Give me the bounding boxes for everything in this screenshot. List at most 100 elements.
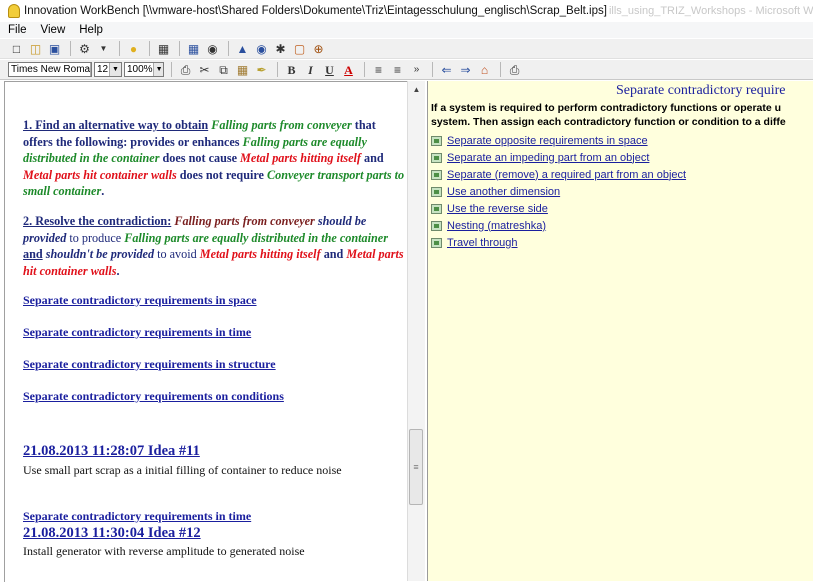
- new-icon[interactable]: □: [8, 40, 25, 57]
- paste-icon[interactable]: ▦: [234, 61, 251, 78]
- font-name-value: Times New Roma: [11, 64, 91, 75]
- print-icon[interactable]: ⎙: [177, 61, 194, 78]
- plain-text: and: [23, 247, 43, 261]
- link-separate-structure[interactable]: Separate contradictory requirements in s…: [23, 357, 276, 372]
- font-size-value: 12: [97, 64, 109, 75]
- plain-text: and: [323, 247, 344, 261]
- list-item: Separate an impeding part from an object: [431, 149, 686, 166]
- link-separate-time[interactable]: Separate contradictory requirements in t…: [23, 325, 251, 340]
- binoculars-icon[interactable]: ◉: [204, 40, 221, 57]
- principle-list: Separate opposite requirements in space …: [431, 132, 686, 251]
- forward-icon[interactable]: ⇒: [457, 61, 474, 78]
- step-2-paragraph: 2. Resolve the contradiction: Falling pa…: [23, 213, 407, 279]
- link-separate-space[interactable]: Separate contradictory requirements in s…: [23, 293, 257, 308]
- principle-link[interactable]: Separate (remove) a required part from a…: [447, 169, 686, 181]
- principle-link[interactable]: Separate opposite requirements in space: [447, 135, 648, 147]
- settings-icon[interactable]: ✱: [272, 40, 289, 57]
- link-separate-conditions[interactable]: Separate contradictory requirements on c…: [23, 389, 284, 404]
- font-name-select[interactable]: Times New Roma ▼: [8, 62, 92, 77]
- plain-text: does not cause: [162, 151, 237, 165]
- list-item: Separate (remove) a required part from a…: [431, 166, 686, 183]
- menu-bar: File View Help: [0, 22, 813, 38]
- lightbulb-app-icon: [8, 4, 20, 18]
- page-bullet-icon: [431, 220, 442, 231]
- toolbar-separator: [179, 41, 180, 56]
- plain-text: and: [363, 151, 384, 165]
- list-item: Separate opposite requirements in space: [431, 132, 686, 149]
- background-window-title: ills_using_TRIZ_Workshops - Microsoft Wo…: [608, 5, 813, 17]
- window-title: Innovation WorkBench [\\vmware-host\Shar…: [24, 5, 607, 17]
- frame-icon[interactable]: ▦: [155, 40, 172, 57]
- toolbar-separator: [432, 62, 433, 77]
- help-icon[interactable]: ◉: [253, 40, 270, 57]
- dropdown-arrow-icon[interactable]: ▼: [95, 40, 112, 57]
- harmful-function-text: Metal parts hitting itself: [199, 247, 321, 261]
- toolbar-separator: [228, 41, 229, 56]
- idea-12-header[interactable]: 21.08.2013 11:30:04 Idea #12: [23, 525, 201, 542]
- table-icon[interactable]: ▦: [185, 40, 202, 57]
- menu-file[interactable]: File: [0, 24, 33, 36]
- step-1-heading: 1. Find an alternative way to obtain: [23, 118, 209, 132]
- principle-link[interactable]: Travel through: [447, 237, 518, 249]
- menu-view[interactable]: View: [33, 24, 72, 36]
- useful-function-text: Falling parts from conveyer: [211, 118, 352, 132]
- target-icon[interactable]: ⊕: [310, 40, 327, 57]
- function-text: Falling parts from conveyer: [174, 214, 315, 228]
- useful-function-text: Falling parts are equally distributed in…: [124, 230, 388, 245]
- principle-link[interactable]: Use another dimension: [447, 186, 560, 198]
- help-intro-line: system. Then assign each contradictory f…: [431, 115, 786, 128]
- back-icon[interactable]: ⇐: [438, 61, 455, 78]
- chevron-down-icon: ▼: [90, 63, 91, 76]
- bold-button[interactable]: B: [283, 61, 300, 78]
- font-size-select[interactable]: 12 ▼: [94, 62, 122, 77]
- font-color-button[interactable]: A: [340, 61, 357, 78]
- toolbar-separator: [149, 41, 150, 56]
- toolbar-separator: [500, 62, 501, 77]
- step-1-paragraph: 1. Find an alternative way to obtain Fal…: [23, 117, 407, 200]
- page-bullet-icon: [431, 152, 442, 163]
- toolbar-separator: [364, 62, 365, 77]
- principle-link[interactable]: Use the reverse side: [447, 203, 548, 215]
- home-icon[interactable]: ⌂: [476, 61, 493, 78]
- list-item: Use the reverse side: [431, 200, 686, 217]
- document-editor-pane[interactable]: 1. Find an alternative way to obtain Fal…: [4, 81, 408, 582]
- overflow-chevron-icon[interactable]: »: [408, 61, 425, 78]
- italic-button[interactable]: I: [302, 61, 319, 78]
- lightbulb-icon[interactable]: ●: [125, 40, 142, 57]
- plain-text: does not require: [179, 167, 264, 182]
- scroll-up-icon[interactable]: ▲: [408, 81, 425, 97]
- link-separate-time-idea[interactable]: Separate contradictory requirements in t…: [23, 509, 251, 524]
- zoom-select[interactable]: 100% ▼: [124, 62, 164, 77]
- bullets-icon[interactable]: ≡: [389, 61, 406, 78]
- help-intro: If a system is required to perform contr…: [431, 102, 786, 129]
- idea-11-header[interactable]: 21.08.2013 11:28:07 Idea #11: [23, 443, 200, 460]
- page-bullet-icon: [431, 186, 442, 197]
- zoom-value: 100%: [127, 64, 153, 75]
- open-icon[interactable]: ◫: [27, 40, 44, 57]
- copy-icon[interactable]: ⧉: [215, 61, 232, 78]
- plain-text: to avoid: [157, 247, 197, 261]
- align-left-icon[interactable]: ≡: [370, 61, 387, 78]
- principle-link[interactable]: Nesting (matreshka): [447, 220, 546, 232]
- save-icon[interactable]: ▣: [46, 40, 63, 57]
- idea-11-text: Use small part scrap as a initial fillin…: [23, 463, 342, 477]
- harmful-function-text: Metal parts hit container walls: [23, 167, 177, 182]
- tools-icon[interactable]: ⚙: [76, 40, 93, 57]
- chevron-down-icon: ▼: [109, 63, 121, 76]
- underline-button[interactable]: U: [321, 61, 338, 78]
- properties-icon[interactable]: ▢: [291, 40, 308, 57]
- principle-link[interactable]: Separate an impeding part from an object: [447, 152, 649, 164]
- toolbar-separator: [119, 41, 120, 56]
- triz-icon[interactable]: ▲: [234, 40, 251, 57]
- scrollbar-thumb[interactable]: ≡: [409, 429, 423, 505]
- vertical-scrollbar[interactable]: ▲ ≡: [407, 81, 425, 581]
- print-icon[interactable]: ⎙: [506, 61, 523, 78]
- help-browser-pane: Separate contradictory require If a syst…: [427, 81, 813, 581]
- page-bullet-icon: [431, 237, 442, 248]
- title-bar: Innovation WorkBench [\\vmware-host\Shar…: [0, 0, 813, 23]
- list-item: Use another dimension: [431, 183, 686, 200]
- menu-help[interactable]: Help: [71, 24, 109, 36]
- cut-icon[interactable]: ✂: [196, 61, 213, 78]
- format-brush-icon[interactable]: ✒: [253, 61, 270, 78]
- list-item: Nesting (matreshka): [431, 217, 686, 234]
